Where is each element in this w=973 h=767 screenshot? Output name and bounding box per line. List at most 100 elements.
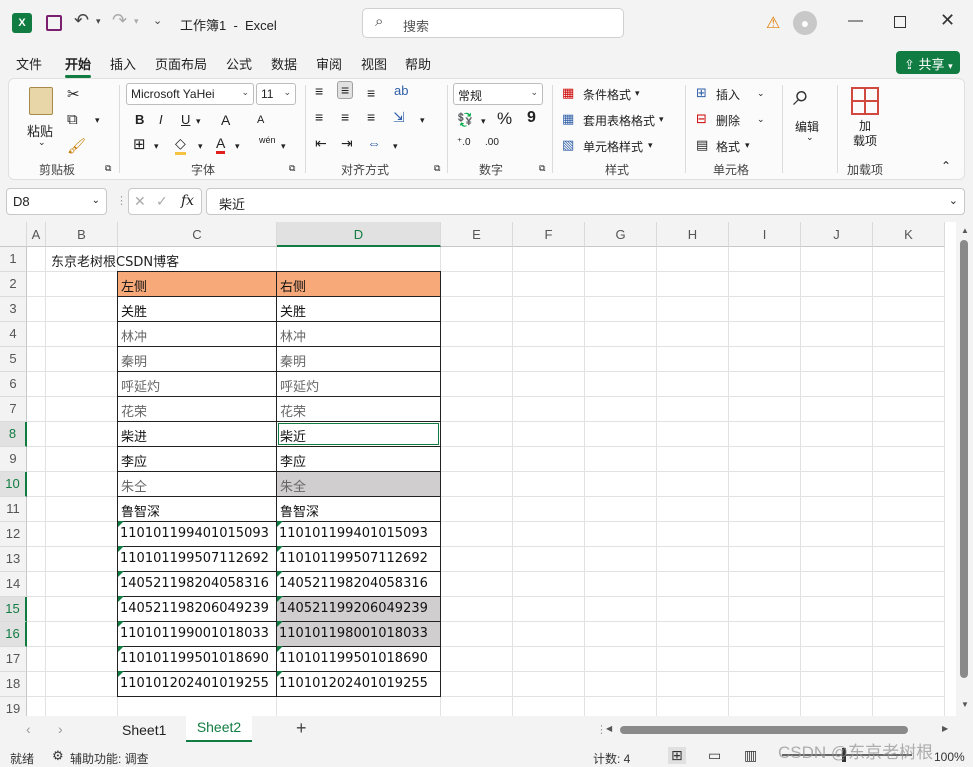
clipboard-launcher-icon[interactable]: ⧉ xyxy=(105,163,111,174)
italic-button[interactable]: I xyxy=(159,112,163,127)
insert-function-button[interactable]: fx xyxy=(181,193,194,209)
font-launcher-icon[interactable]: ⧉ xyxy=(289,163,295,174)
vertical-scrollbar[interactable]: ▲ ▼ xyxy=(956,222,973,716)
cancel-icon[interactable]: ✕ xyxy=(134,193,146,210)
column-header-k[interactable]: K xyxy=(873,222,945,247)
paste-icon[interactable] xyxy=(29,87,53,115)
align-center-icon[interactable]: ≡ xyxy=(341,109,349,125)
cell-d13[interactable]: 110101199507112692 xyxy=(276,546,441,572)
cut-icon[interactable]: ✂ xyxy=(67,85,80,103)
copy-dropdown-icon[interactable]: ▾ xyxy=(95,115,100,126)
tab-view[interactable]: 视图 xyxy=(361,54,387,73)
cell-c18[interactable]: 110101202401019255 xyxy=(117,671,277,697)
scroll-thumb[interactable] xyxy=(960,240,968,678)
comma-button[interactable]: 9 xyxy=(527,109,536,127)
merge-icon[interactable]: ⇔ xyxy=(367,135,381,151)
cell-c3[interactable]: 关胜 xyxy=(117,296,277,322)
tab-file[interactable]: 文件 xyxy=(16,54,42,73)
font-shrink-button[interactable]: A xyxy=(257,114,264,126)
page-break-view-icon[interactable]: ▥ xyxy=(744,747,757,764)
table-format-dropdown-icon[interactable]: ▾ xyxy=(659,114,664,125)
addins-icon[interactable] xyxy=(851,87,879,115)
tab-insert[interactable]: 插入 xyxy=(110,54,136,73)
cell-c9[interactable]: 李应 xyxy=(117,446,277,472)
addins-button[interactable]: 加 载项 xyxy=(853,119,877,149)
accessibility-status[interactable]: 辅助功能: 调查 xyxy=(70,750,149,767)
scroll-left-icon[interactable]: ◀ xyxy=(606,724,612,733)
cell-c7[interactable]: 花荣 xyxy=(117,396,277,422)
column-header-d[interactable]: D xyxy=(277,222,441,247)
format-cells-button[interactable]: 格式 xyxy=(716,138,740,155)
underline-dropdown-icon[interactable]: ▾ xyxy=(196,116,201,127)
decrease-indent-icon[interactable]: ⇤ xyxy=(315,135,327,152)
tab-home[interactable]: 开始 xyxy=(65,54,92,78)
borders-icon[interactable]: ⊞ xyxy=(133,135,146,153)
cell-c16[interactable]: 110101199001018033 xyxy=(117,621,277,647)
row-header-4[interactable]: 4 xyxy=(0,322,27,347)
delete-cells-button[interactable]: 删除 xyxy=(716,112,740,129)
currency-icon[interactable]: 💱 xyxy=(457,112,473,128)
align-top-icon[interactable]: ≡ xyxy=(315,83,323,99)
row-header-11[interactable]: 11 xyxy=(0,497,27,522)
minimize-icon[interactable]: — xyxy=(848,12,863,29)
cell-c12[interactable]: 110101199401015093 xyxy=(117,521,277,547)
zoom-level[interactable]: 100% xyxy=(934,750,965,764)
row-header-6[interactable]: 6 xyxy=(0,372,27,397)
row-header-16[interactable]: 16 xyxy=(0,622,27,647)
row-header-2[interactable]: 2 xyxy=(0,272,27,297)
format-cells-icon[interactable]: ▤ xyxy=(696,137,708,153)
align-middle-icon[interactable]: ≡ xyxy=(337,81,354,99)
edit-dropdown-icon[interactable]: ⌄ xyxy=(806,132,814,143)
row-header-14[interactable]: 14 xyxy=(0,572,27,597)
sheet-tab-sheet1[interactable]: Sheet1 xyxy=(122,722,166,738)
cell-c10[interactable]: 朱仝 xyxy=(117,471,277,497)
cell-d7[interactable]: 花荣 xyxy=(276,396,441,422)
row-header-17[interactable]: 17 xyxy=(0,647,27,672)
table-format-icon[interactable]: ▦ xyxy=(562,111,574,127)
currency-dropdown-icon[interactable]: ▾ xyxy=(481,116,486,127)
share-button[interactable]: ⇪ 共享 ▾ xyxy=(896,51,960,74)
font-name-select[interactable]: Microsoft YaHei ⌄ xyxy=(126,83,254,105)
tab-data[interactable]: 数据 xyxy=(271,54,297,73)
customize-qat-icon[interactable]: ⌄ xyxy=(153,14,162,27)
cell-c4[interactable]: 林冲 xyxy=(117,321,277,347)
column-header-e[interactable]: E xyxy=(441,222,513,247)
column-header-b[interactable]: B xyxy=(46,222,118,247)
row-header-13[interactable]: 13 xyxy=(0,547,27,572)
cell-style-button[interactable]: 单元格样式 xyxy=(583,138,643,155)
format-painter-icon[interactable]: 🖌 xyxy=(67,137,86,155)
row-header-12[interactable]: 12 xyxy=(0,522,27,547)
insert-cells-icon[interactable]: ⊞ xyxy=(696,85,707,101)
orientation-icon[interactable]: ab xyxy=(394,83,408,98)
underline-button[interactable]: U xyxy=(181,112,190,127)
undo-dropdown-icon[interactable]: ▾ xyxy=(96,16,101,27)
cell-c6[interactable]: 呼延灼 xyxy=(117,371,277,397)
select-all-corner[interactable] xyxy=(0,222,27,247)
save-icon[interactable] xyxy=(46,15,62,31)
font-color-icon[interactable]: A xyxy=(216,135,226,154)
cell-c2[interactable]: 左侧 xyxy=(117,271,277,297)
cell-c14[interactable]: 140521198204058316 xyxy=(117,571,277,597)
cell-d6[interactable]: 呼延灼 xyxy=(276,371,441,397)
align-left-icon[interactable]: ≡ xyxy=(315,109,323,125)
column-header-c[interactable]: C xyxy=(118,222,277,247)
font-color-dropdown-icon[interactable]: ▾ xyxy=(235,141,240,152)
cell-c5[interactable]: 秦明 xyxy=(117,346,277,372)
cell-d5[interactable]: 秦明 xyxy=(276,346,441,372)
phonetic-button[interactable]: wén xyxy=(259,135,276,145)
expand-formula-icon[interactable]: ⌄ xyxy=(949,194,958,207)
wrap-text-icon[interactable]: ⇲ xyxy=(393,109,405,126)
conditional-format-button[interactable]: 条件格式 xyxy=(583,86,631,103)
delete-dropdown-icon[interactable]: ⌄ xyxy=(757,114,765,125)
maximize-icon[interactable] xyxy=(894,16,906,28)
column-header-g[interactable]: G xyxy=(585,222,657,247)
fill-color-icon[interactable]: ◇ xyxy=(175,135,186,155)
table-format-button[interactable]: 套用表格格式 xyxy=(583,112,655,129)
tab-formulas[interactable]: 公式 xyxy=(226,54,252,73)
number-format-select[interactable]: 常规 ⌄ xyxy=(453,83,543,105)
copy-icon[interactable]: ⧉ xyxy=(67,111,78,128)
scroll-up-icon[interactable]: ▲ xyxy=(961,226,969,235)
align-right-icon[interactable]: ≡ xyxy=(367,109,375,125)
row-header-19[interactable]: 19 xyxy=(0,697,27,716)
insert-cells-button[interactable]: 插入 xyxy=(716,86,740,103)
